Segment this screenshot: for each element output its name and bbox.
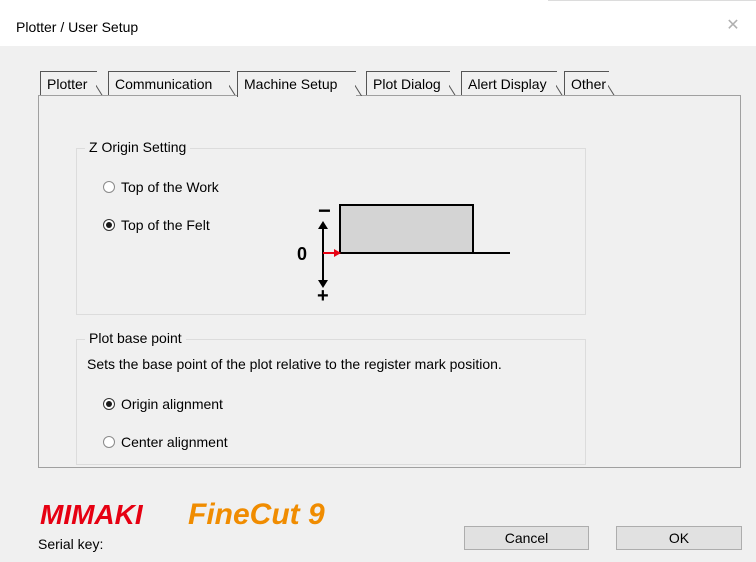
tab-communication[interactable]: Communication bbox=[108, 71, 230, 95]
minus-label: − bbox=[318, 199, 331, 223]
tab-panel-machine-setup: Z Origin Setting Top of the Work Top of … bbox=[38, 95, 741, 468]
radio-button-unchecked[interactable] bbox=[103, 436, 115, 448]
radio-center-alignment[interactable]: Center alignment bbox=[103, 434, 228, 450]
zero-label: 0 bbox=[297, 244, 307, 264]
tab-plotter[interactable]: Plotter bbox=[40, 71, 97, 95]
mimaki-finecut-logo: MIMAKI FineCut 9 bbox=[40, 498, 325, 531]
tab-edge bbox=[355, 71, 367, 96]
radio-button-checked[interactable] bbox=[103, 219, 115, 231]
title-bar: Plotter / User Setup ✕ bbox=[0, 0, 756, 46]
window-title: Plotter / User Setup bbox=[16, 19, 139, 35]
plot-base-group: Plot base point Sets the base point of t… bbox=[76, 330, 586, 465]
tab-label: Alert Display bbox=[468, 76, 547, 92]
tab-edge bbox=[608, 71, 620, 96]
mimaki-logo-text: MIMAKI bbox=[40, 499, 144, 530]
plus-label: + bbox=[317, 285, 329, 307]
radio-top-of-work[interactable]: Top of the Work bbox=[103, 179, 219, 195]
z-origin-diagram: − 0 + bbox=[297, 199, 510, 307]
serial-key-label: Serial key: bbox=[38, 536, 104, 552]
tab-other[interactable]: Other bbox=[564, 71, 609, 95]
work-block bbox=[339, 204, 474, 254]
close-button[interactable]: ✕ bbox=[710, 10, 756, 42]
tab-label: Other bbox=[571, 76, 607, 92]
ok-button[interactable]: OK bbox=[616, 526, 742, 550]
plot-base-description: Sets the base point of the plot relative… bbox=[87, 356, 502, 372]
tab-alert-display[interactable]: Alert Display bbox=[461, 71, 557, 95]
radio-origin-alignment[interactable]: Origin alignment bbox=[103, 396, 223, 412]
tab-edge bbox=[96, 71, 108, 96]
dialog-border bbox=[548, 0, 756, 1]
radio-label: Origin alignment bbox=[121, 396, 223, 412]
radio-label: Center alignment bbox=[121, 434, 228, 450]
finecut-logo-text: FineCut 9 bbox=[188, 498, 325, 531]
close-icon: ✕ bbox=[726, 17, 740, 34]
radio-button-unchecked[interactable] bbox=[103, 181, 115, 193]
z-origin-group: Z Origin Setting Top of the Work Top of … bbox=[76, 139, 586, 315]
tab-label: Machine Setup bbox=[244, 76, 338, 92]
tab-machine-setup[interactable]: Machine Setup bbox=[237, 71, 356, 97]
tab-label: Plot Dialog bbox=[373, 76, 441, 92]
radio-button-checked[interactable] bbox=[103, 398, 115, 410]
tab-label: Plotter bbox=[47, 76, 88, 92]
tab-plot-dialog[interactable]: Plot Dialog bbox=[366, 71, 450, 95]
radio-label: Top of the Work bbox=[121, 179, 219, 195]
cancel-button[interactable]: Cancel bbox=[464, 526, 589, 550]
plot-base-title: Plot base point bbox=[85, 330, 186, 346]
radio-label: Top of the Felt bbox=[121, 217, 210, 233]
tab-edge bbox=[449, 71, 461, 96]
z-origin-title: Z Origin Setting bbox=[85, 139, 191, 155]
tab-label: Communication bbox=[115, 76, 213, 92]
radio-top-of-felt[interactable]: Top of the Felt bbox=[103, 217, 210, 233]
tab-strip: Plotter Communication Machine Setup Plot… bbox=[40, 71, 640, 97]
